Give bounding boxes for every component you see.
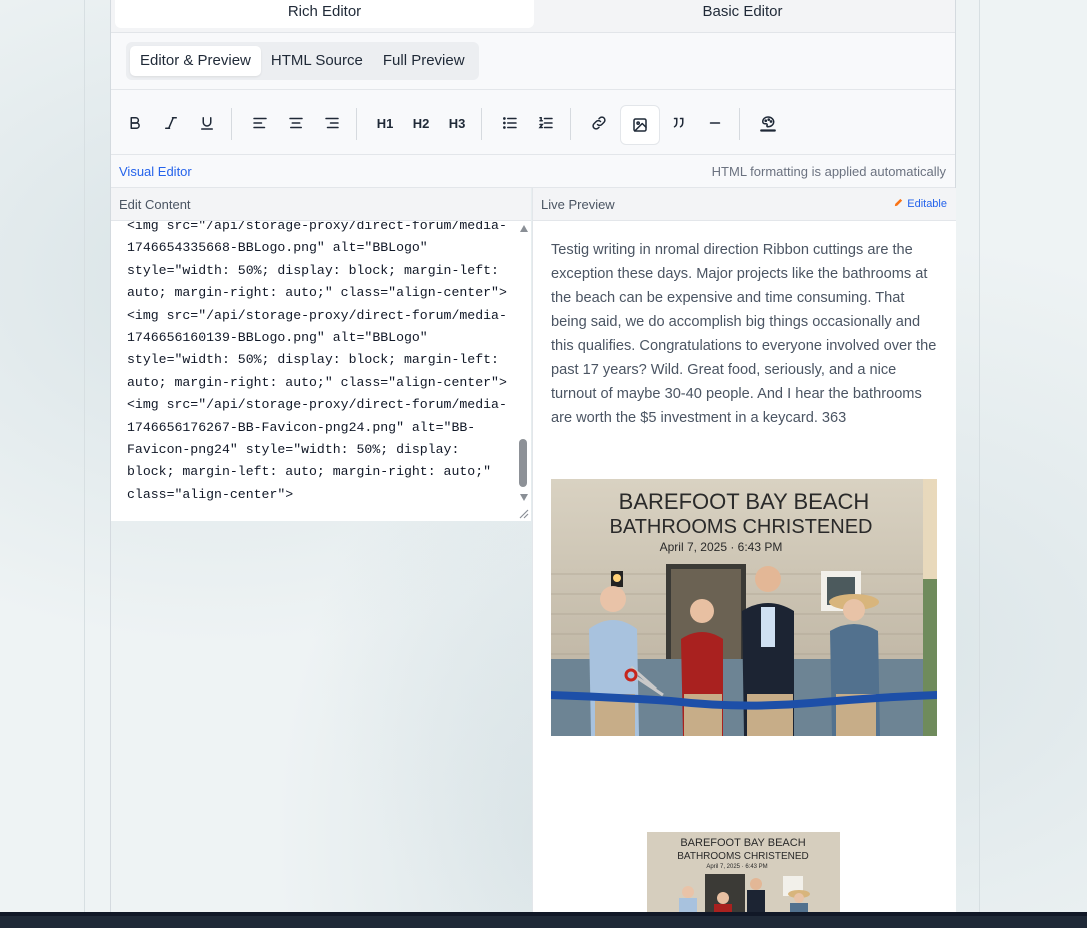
source-line: <img src="/api/storage-proxy/direct-foru… <box>127 397 507 413</box>
sign-line-1-small: BAREFOOT BAY BEACH <box>680 837 805 849</box>
sign-date: April 7, 2025 · 6:43 PM <box>660 540 783 554</box>
live-preview-header: Live Preview Editable <box>532 188 956 221</box>
tab-full-preview[interactable]: Full Preview <box>373 46 475 76</box>
preview-body-text[interactable]: Testig writing in nromal direction Ribbo… <box>551 238 939 430</box>
resize-handle-icon[interactable] <box>517 507 529 519</box>
view-tabs-bar: Editor & Preview HTML Source Full Previe… <box>111 33 955 90</box>
editable-label: Editable <box>907 198 947 210</box>
format-toolbar: H1 H2 H3 <box>111 90 955 155</box>
toolbar-divider <box>231 108 232 140</box>
horizontal-rule-icon[interactable] <box>697 105 733 141</box>
tab-editor-preview[interactable]: Editor & Preview <box>130 46 261 76</box>
editable-badge[interactable]: Editable <box>893 197 947 210</box>
pencil-icon <box>895 198 903 207</box>
source-line: <img src="/api/storage-proxy/direct-foru… <box>127 221 507 233</box>
source-line: style="width: 50%; display: block; margi… <box>127 352 499 368</box>
tab-basic-editor[interactable]: Basic Editor <box>534 0 951 28</box>
image-icon[interactable] <box>620 105 660 145</box>
edit-content-label: Edit Content <box>119 197 191 212</box>
ribbon-cutting-photo[interactable]: BAREFOOT BAY BEACH BATHROOMS CHRISTENED … <box>551 479 937 736</box>
scroll-up-arrow-icon[interactable] <box>520 225 528 232</box>
heading-1-icon[interactable]: H1 <box>367 105 403 141</box>
bold-icon[interactable] <box>117 105 153 141</box>
edit-content-header: Edit Content <box>111 188 531 221</box>
toolbar-divider <box>481 108 482 140</box>
source-scrollbar[interactable] <box>518 221 530 501</box>
heading-3-icon[interactable]: H3 <box>439 105 475 141</box>
align-left-icon[interactable] <box>242 105 278 141</box>
numbered-list-icon[interactable] <box>528 105 564 141</box>
source-line: block; margin-left: auto; margin-right: … <box>127 464 492 480</box>
source-line: Favicon-png24" style="width: 50%; displa… <box>127 442 460 458</box>
heading-2-icon[interactable]: H2 <box>403 105 439 141</box>
source-line: 1746654335668-BBLogo.png" alt="BBLogo" <box>127 240 428 256</box>
forum-post-editor: Rich Editor Basic Editor Editor & Previe… <box>110 0 956 912</box>
editor-mode-tabs: Rich Editor Basic Editor <box>111 0 955 33</box>
html-source-textarea[interactable]: <img src="/api/storage-proxy/direct-foru… <box>111 221 531 521</box>
ribbon-cutting-photo-small[interactable]: BAREFOOT BAY BEACH BATHROOMS CHRISTENED … <box>647 832 840 912</box>
toolbar-divider <box>570 108 571 140</box>
sign-line-2-small: BATHROOMS CHRISTENED <box>677 851 809 862</box>
toolbar-divider <box>739 108 740 140</box>
underline-icon[interactable] <box>189 105 225 141</box>
align-right-icon[interactable] <box>314 105 350 141</box>
live-preview-label: Live Preview <box>541 197 615 212</box>
sign-date-small: April 7, 2025 · 6:43 PM <box>706 864 767 870</box>
view-tabs: Editor & Preview HTML Source Full Previe… <box>126 42 479 80</box>
scrollbar-thumb[interactable] <box>519 439 527 487</box>
live-preview-pane[interactable]: Testig writing in nromal direction Ribbo… <box>532 221 956 912</box>
auto-format-note: HTML formatting is applied automatically <box>711 164 946 179</box>
italic-icon[interactable] <box>153 105 189 141</box>
source-line: style="width: 50%; display: block; margi… <box>127 262 499 278</box>
sign-line-2: BATHROOMS CHRISTENED <box>610 516 873 538</box>
toolbar-divider <box>356 108 357 140</box>
visual-editor-label[interactable]: Visual Editor <box>119 164 192 179</box>
text-color-icon[interactable] <box>750 105 786 141</box>
source-line: class="align-center"> <box>127 486 294 502</box>
source-line: auto; margin-right: auto;" class="align-… <box>127 285 507 301</box>
tab-rich-editor[interactable]: Rich Editor <box>115 0 534 28</box>
source-line: 1746656160139-BBLogo.png" alt="BBLogo" <box>127 330 428 346</box>
quote-icon[interactable] <box>661 105 697 141</box>
html-source-code: <img src="/api/storage-proxy/direct-foru… <box>127 221 507 506</box>
link-icon[interactable] <box>581 105 617 141</box>
bullet-list-icon[interactable] <box>492 105 528 141</box>
source-line: <img src="/api/storage-proxy/direct-foru… <box>127 307 507 323</box>
source-line: 1746656176267-BB-Favicon-png24.png" alt=… <box>127 419 476 435</box>
source-line: auto; margin-right: auto;" class="align-… <box>127 374 507 390</box>
align-center-icon[interactable] <box>278 105 314 141</box>
scroll-down-arrow-icon[interactable] <box>520 494 528 501</box>
bottom-bar <box>0 912 1087 928</box>
sign-line-1: BAREFOOT BAY BEACH <box>619 489 870 514</box>
tab-html-source[interactable]: HTML Source <box>261 46 373 76</box>
editor-info-row: Visual Editor HTML formatting is applied… <box>111 155 955 188</box>
